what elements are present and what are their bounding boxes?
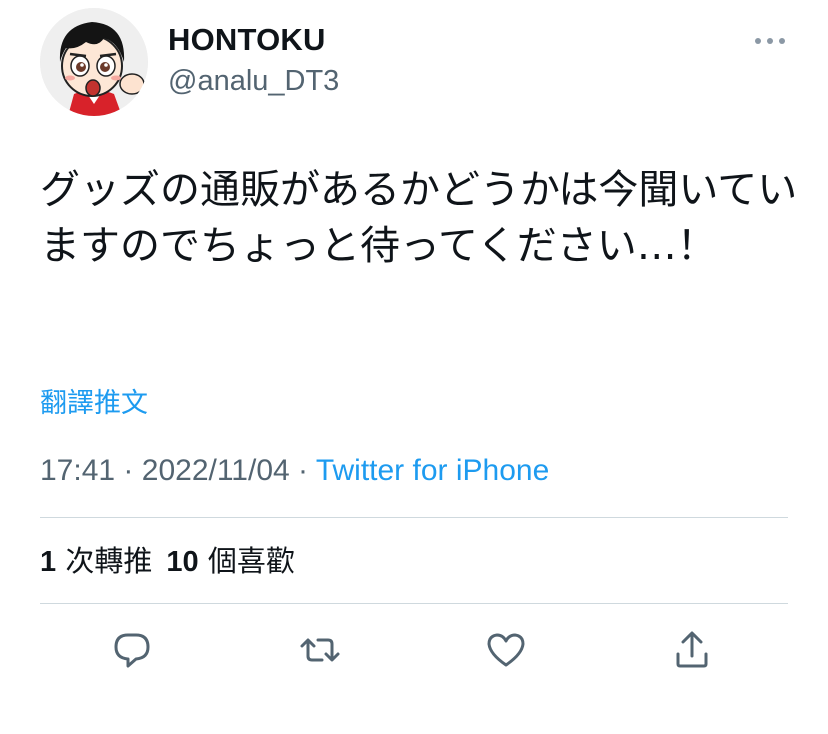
divider bbox=[40, 517, 788, 518]
user-handle[interactable]: @analu_DT3 bbox=[168, 62, 339, 100]
like-button[interactable] bbox=[484, 628, 528, 672]
heart-icon bbox=[487, 633, 525, 667]
avatar[interactable] bbox=[40, 8, 148, 116]
reply-button[interactable] bbox=[110, 628, 154, 672]
translate-tweet-link[interactable]: 翻譯推文 bbox=[40, 384, 148, 424]
tweet-text: グッズの通販があるかどうかは今聞いていますのでちょっと待ってください…！ bbox=[40, 167, 798, 269]
share-icon bbox=[676, 631, 708, 668]
retweet-icon bbox=[300, 638, 340, 662]
divider bbox=[40, 603, 788, 604]
reply-icon bbox=[114, 633, 150, 668]
tweet-detail: HONTOKU @analu_DT3 グッズの通販があるかどうかは今聞いています… bbox=[0, 0, 828, 734]
more-horizontal-icon[interactable] bbox=[752, 30, 788, 52]
tweet-date[interactable]: 2022/11/04 bbox=[142, 454, 290, 487]
tweet-meta: 17:41 · 2022/11/04 · Twitter for iPhone bbox=[40, 450, 549, 492]
avatar-illustration bbox=[40, 8, 148, 116]
retweets-label: 次轉推 bbox=[65, 544, 153, 578]
meta-separator: · bbox=[123, 454, 134, 487]
retweets-stat[interactable]: 1 次轉推 bbox=[40, 544, 152, 578]
share-button[interactable] bbox=[670, 628, 714, 672]
display-name[interactable]: HONTOKU bbox=[168, 20, 326, 60]
meta-separator: · bbox=[298, 454, 309, 487]
likes-count: 10 bbox=[166, 546, 199, 578]
tweet-time[interactable]: 17:41 bbox=[40, 454, 115, 487]
likes-stat[interactable]: 10 個喜歡 bbox=[166, 544, 295, 578]
likes-label: 個喜歡 bbox=[207, 544, 295, 578]
engagement-stats: 1 次轉推 10 個喜歡 bbox=[40, 540, 295, 583]
tweet-source-link[interactable]: Twitter for iPhone bbox=[316, 454, 549, 487]
retweets-count: 1 bbox=[40, 546, 57, 578]
retweet-button[interactable] bbox=[298, 628, 342, 672]
